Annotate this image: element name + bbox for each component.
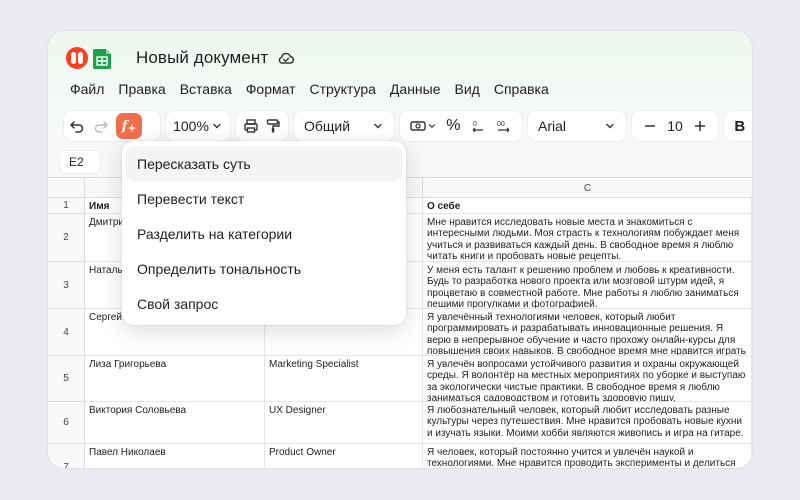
table-cell[interactable]: UX Designer [265,402,423,444]
row-number[interactable]: 6 [48,402,85,444]
currency-format-button[interactable] [409,111,437,141]
row-number[interactable]: 5 [48,356,85,402]
corner-cell[interactable] [48,178,85,198]
ai-function-button[interactable]: f [116,113,142,139]
printer-icon [243,119,258,133]
print-button[interactable] [243,111,259,141]
paint-roller-icon [267,119,281,133]
chevron-down-icon [374,123,382,129]
menu-view[interactable]: Вид [455,79,480,99]
menu-structure[interactable]: Структура [310,79,376,99]
table-cell[interactable]: О себе [423,198,752,214]
cloud-saved-icon[interactable] [277,49,295,67]
menu-data[interactable]: Данные [390,79,441,99]
table-cell[interactable]: Я увлечённый технологиями человек, котор… [423,309,752,356]
table-cell[interactable]: Я любознательный человек, который любит … [423,402,752,444]
sheets-app-icon[interactable] [92,46,114,70]
number-format-value: Общий [304,118,351,134]
redo-icon [94,121,108,133]
increase-decimal-button[interactable]: 00 [495,111,513,141]
menu-edit[interactable]: Правка [118,79,165,99]
table-cell[interactable]: Мне нравится исследовать новые места и з… [423,214,752,262]
font-family-select[interactable]: Arial [528,111,626,141]
dropdown-item-sentiment[interactable]: Определить тональность [126,251,402,286]
svg-text:0: 0 [473,121,477,128]
document-title[interactable]: Новый документ [136,48,268,68]
menu-insert[interactable]: Вставка [180,79,232,99]
row-number[interactable]: 7 [48,444,85,468]
table-cell[interactable]: Виктория Соловьева [85,402,265,444]
row-number[interactable]: 4 [48,309,85,356]
undo-icon [70,121,84,133]
row-number[interactable]: 2 [48,214,85,262]
undo-button[interactable] [64,111,90,141]
zoom-value: 100% [173,118,209,134]
history-group: f [64,111,160,141]
dropdown-item-translate[interactable]: Перевести текст [126,181,402,216]
redo-button[interactable] [90,111,112,141]
yandex-logo-icon[interactable] [66,47,88,69]
row-number[interactable]: 3 [48,262,85,309]
paint-format-button[interactable] [265,111,281,141]
cell-reference-input[interactable]: E2 [60,151,100,173]
dropdown-item-summarize[interactable]: Пересказать суть [126,146,402,181]
table-cell[interactable]: Product Owner [265,444,423,468]
decrease-decimal-button[interactable]: 0 [470,111,486,141]
menu-file[interactable]: Файл [70,79,104,99]
column-header-c[interactable]: C [423,178,752,198]
table-cell[interactable]: Я увлечён вопросами устойчивого развития… [423,356,752,402]
table-cell[interactable]: Marketing Specialist [265,356,423,402]
font-family-value: Arial [538,118,567,134]
dropdown-item-categorize[interactable]: Разделить на категории [126,216,402,251]
font-size-decrease-button[interactable] [643,111,657,141]
function-icon: f [121,118,128,134]
row-number[interactable]: 1 [48,198,85,214]
percent-format-button[interactable]: % [446,111,460,141]
text-style-group: B I [724,111,752,141]
plus-icon [695,121,706,131]
menu-format[interactable]: Формат [246,79,296,99]
font-size-increase-button[interactable] [693,111,707,141]
table-cell[interactable]: Я человек, который постоянно учится и ув… [423,444,752,468]
title-row: Новый документ [66,45,295,71]
zoom-select[interactable]: 100% [166,111,230,141]
bold-button[interactable]: B [734,111,745,141]
table-cell[interactable]: Павел Николаев [85,444,265,468]
number-format-select[interactable]: Общий [294,111,394,141]
table-cell[interactable]: У меня есть талант к решению проблем и л… [423,262,752,309]
svg-text:00: 00 [497,121,505,128]
font-size-group: 10 [632,111,718,141]
minus-icon [644,125,655,127]
dropdown-item-custom-prompt[interactable]: Свой запрос [126,286,402,321]
money-icon [410,121,426,131]
menu-bar: Файл Правка Вставка Формат Структура Дан… [70,79,563,99]
chevron-down-icon [429,124,436,129]
decrease-decimal-icon: 0 [472,121,483,133]
chevron-down-icon [213,123,221,129]
print-group [236,111,288,141]
number-tools-group: % 0 00 [400,111,522,141]
chevron-down-icon [606,123,614,129]
increase-decimal-icon: 00 [497,121,510,133]
sparkle-icon [128,124,137,132]
menu-help[interactable]: Справка [494,79,549,99]
table-cell[interactable]: Лиза Григорьева [85,356,265,402]
ai-actions-dropdown: Пересказать суть Перевести текст Раздели… [122,141,406,325]
toolbar: f 100% Общий % 0 00 Arial 10 B [64,110,752,142]
font-size-input[interactable]: 10 [667,111,683,141]
